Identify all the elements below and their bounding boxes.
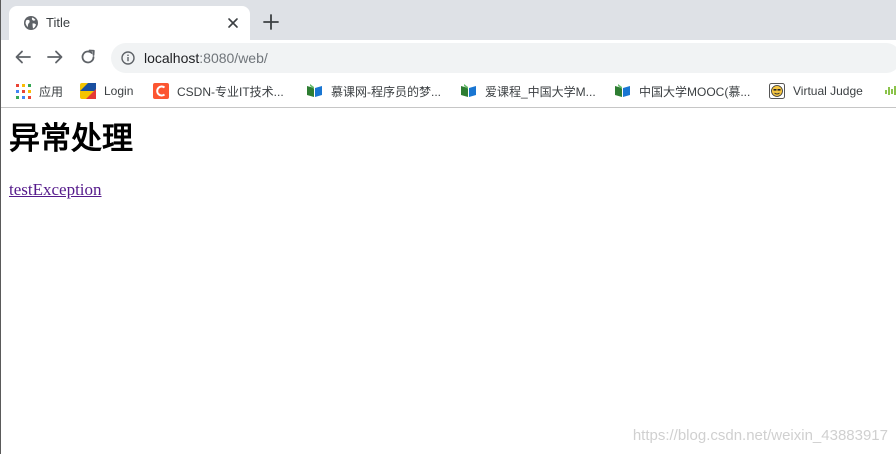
apps-grid-icon (16, 83, 31, 99)
bookmark-virtual-judge[interactable]: Virtual Judge (769, 82, 863, 100)
forward-arrow-icon[interactable] (46, 48, 64, 66)
bookmark-mooc[interactable]: 中国大学MOOC(慕... (614, 82, 750, 100)
page-heading: 异常处理 (9, 121, 133, 157)
page-content: 异常处理 testException https://blog.csdn.net… (1, 108, 896, 454)
url-text: localhost:8080/web/ (144, 50, 268, 66)
address-bar[interactable]: localhost:8080/web/ (111, 43, 896, 73)
tab-active[interactable]: Title (9, 6, 250, 40)
bookmark-label: 中国大学MOOC(慕... (639, 84, 751, 99)
bookmarks-bar: 应用 Login CSDN-专业IT技术... 慕课网-程序员的梦... 爱课程… (1, 75, 896, 108)
bookmark-icourse[interactable]: 爱课程_中国大学M... (460, 82, 596, 100)
navigation-toolbar: localhost:8080/web/ (1, 40, 896, 75)
reload-icon[interactable] (79, 48, 97, 66)
bookmark-overflow-favicon[interactable] (885, 84, 896, 98)
bookmark-login[interactable]: Login (80, 82, 133, 100)
book-favicon (615, 84, 630, 97)
test-exception-link[interactable]: testException (9, 180, 102, 200)
book-favicon (307, 84, 322, 97)
bookmark-apps[interactable]: 应用 (16, 82, 63, 100)
globe-icon (24, 16, 38, 30)
login-favicon (80, 83, 96, 99)
bookmark-label: 应用 (39, 84, 64, 99)
bookmark-csdn[interactable]: CSDN-专业IT技术... (153, 82, 284, 100)
vjudge-favicon (769, 83, 785, 99)
csdn-favicon (153, 83, 169, 99)
watermark: https://blog.csdn.net/weixin_43883917 (632, 427, 888, 444)
bookmark-label: 爱课程_中国大学M... (485, 84, 596, 99)
new-tab-plus-icon[interactable] (261, 12, 281, 32)
bookmark-label: Login (104, 84, 134, 98)
tab-title: Title (46, 15, 71, 30)
back-arrow-icon[interactable] (14, 48, 32, 66)
tab-strip: Title (1, 0, 896, 40)
bookmark-label: Virtual Judge (793, 84, 863, 98)
close-icon[interactable] (225, 15, 241, 31)
bookmark-label: CSDN-专业IT技术... (177, 84, 284, 99)
bookmark-label: 慕课网-程序员的梦... (331, 84, 441, 99)
url-path: :8080/web/ (199, 50, 268, 66)
info-icon[interactable] (121, 51, 135, 65)
browser-window: Title localhost:8080/web/ 应用 Login CSDN-… (0, 0, 896, 454)
book-favicon (461, 84, 476, 97)
url-host: localhost (144, 50, 200, 66)
bookmark-imooc[interactable]: 慕课网-程序员的梦... (306, 82, 441, 100)
